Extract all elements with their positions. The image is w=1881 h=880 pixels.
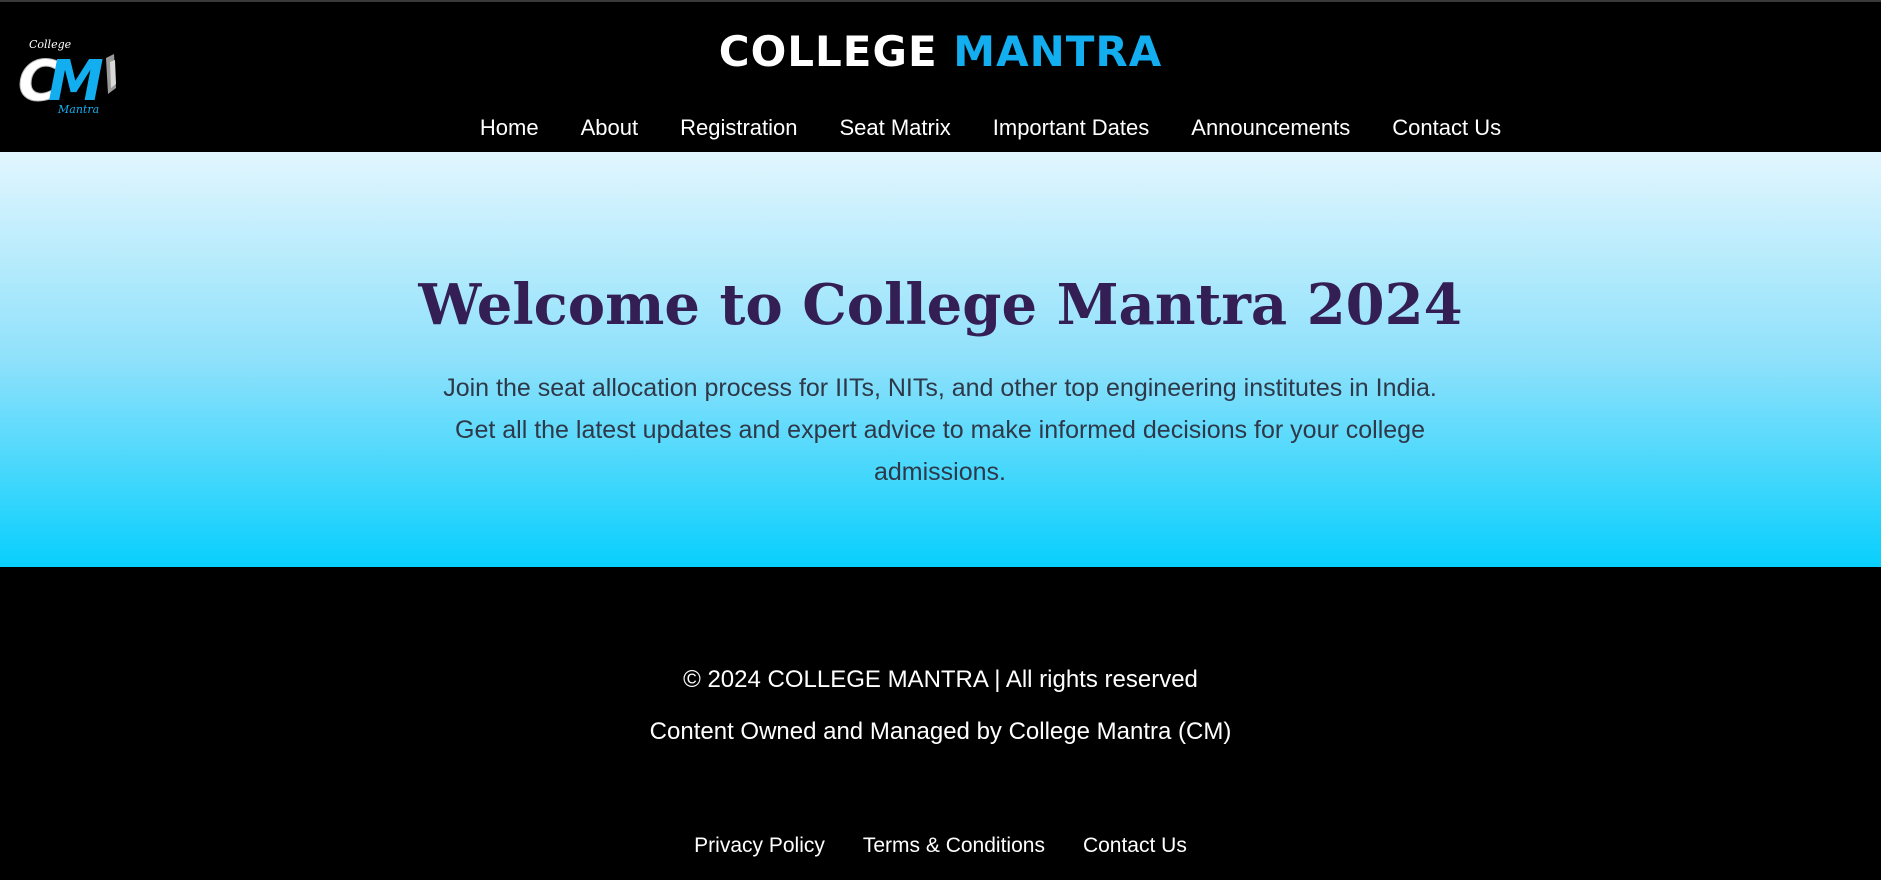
hero-description: Join the seat allocation process for IIT… (443, 374, 1437, 486)
nav-item-seat-matrix[interactable]: Seat Matrix (839, 114, 950, 142)
nav-item-registration[interactable]: Registration (680, 114, 797, 142)
page: College C M Mantra COLLEGE MANTRA Home A… (0, 0, 1881, 880)
nav-item-about[interactable]: About (581, 114, 639, 142)
nav-item-important-dates[interactable]: Important Dates (993, 114, 1150, 142)
site-title-part2: MANTRA (953, 27, 1163, 76)
footer-link-contact-us[interactable]: Contact Us (1083, 832, 1187, 860)
nav-item-home[interactable]: Home (480, 114, 539, 142)
hero-section: Welcome to College Mantra 2024 Join the … (0, 152, 1881, 567)
footer-link-terms-conditions[interactable]: Terms & Conditions (863, 832, 1045, 860)
main-nav: Home About Registration Seat Matrix Impo… (100, 114, 1881, 142)
nav-item-announcements[interactable]: Announcements (1191, 114, 1350, 142)
footer-ownership: Content Owned and Managed by College Man… (649, 718, 1232, 745)
site-title-part1: COLLEGE (718, 27, 938, 76)
footer-link-privacy-policy[interactable]: Privacy Policy (694, 832, 825, 860)
site-header: College C M Mantra COLLEGE MANTRA Home A… (0, 0, 1881, 152)
footer-copyright: © 2024 COLLEGE MANTRA | All rights reser… (683, 666, 1198, 693)
site-footer: © 2024 COLLEGE MANTRA | All rights reser… (0, 567, 1881, 880)
site-title: COLLEGE MANTRA (0, 24, 1881, 80)
logo-bottom-text: Mantra (57, 103, 99, 116)
footer-links: Privacy Policy Terms & Conditions Contac… (0, 832, 1881, 860)
hero-heading: Welcome to College Mantra 2024 (418, 272, 1463, 338)
nav-item-contact-us[interactable]: Contact Us (1392, 114, 1501, 142)
